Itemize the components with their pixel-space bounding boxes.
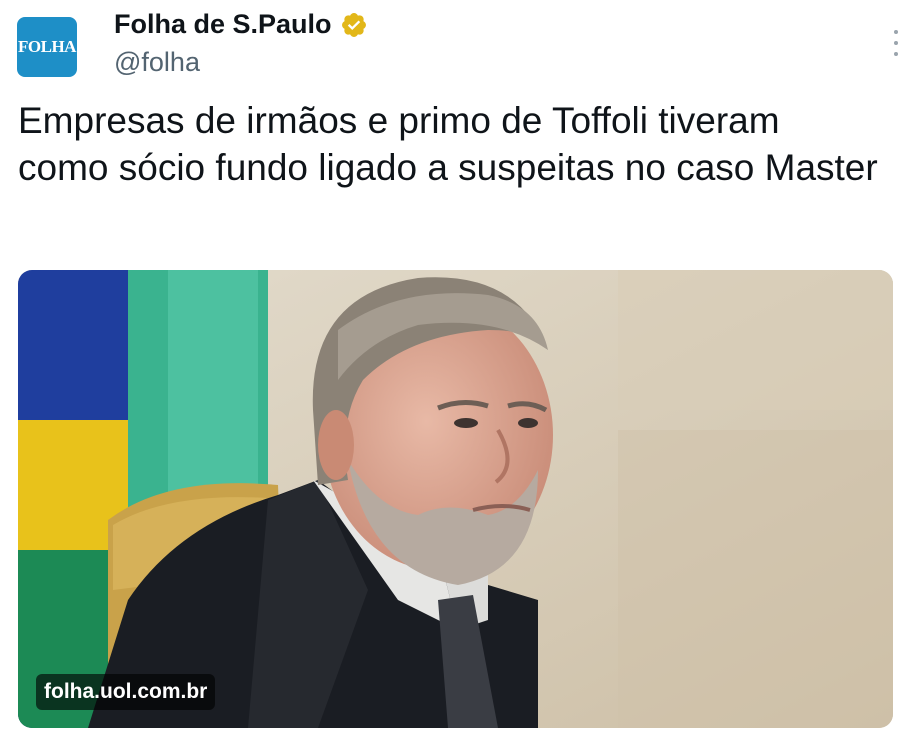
account-display-name[interactable]: Folha de S.Paulo	[114, 9, 332, 40]
account-name-row: Folha de S.Paulo	[114, 9, 368, 40]
link-domain-badge[interactable]: folha.uol.com.br	[36, 674, 216, 710]
tweet-text: Empresas de irmãos e primo de Toffoli ti…	[18, 100, 878, 188]
verified-badge-icon[interactable]	[340, 11, 368, 39]
avatar-logo-text: FOLHA	[18, 37, 76, 56]
news-photo-illustration	[18, 270, 893, 728]
link-card-image[interactable]: folha.uol.com.br	[18, 270, 893, 728]
more-options-icon[interactable]	[890, 30, 902, 56]
account-handle[interactable]: @folha	[114, 47, 200, 78]
account-avatar[interactable]: FOLHA	[17, 17, 77, 77]
